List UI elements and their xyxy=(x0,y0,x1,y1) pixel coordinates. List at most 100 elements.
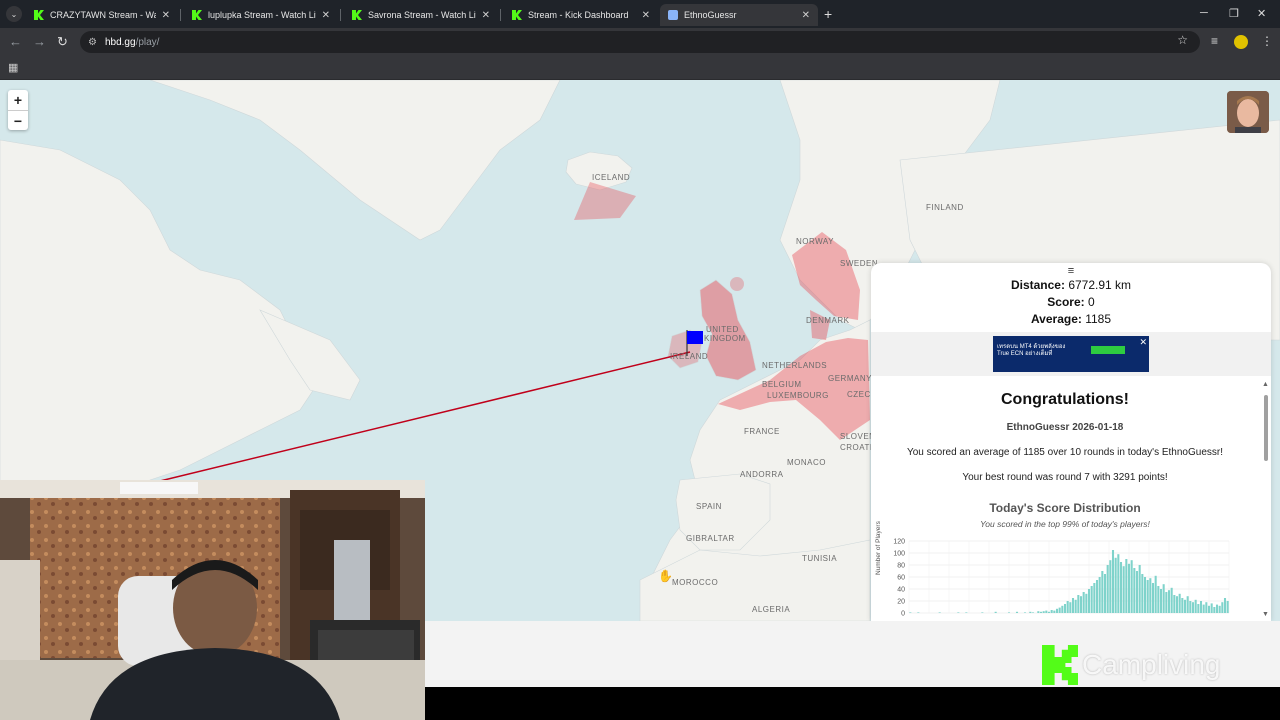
close-tab-icon[interactable]: ✕ xyxy=(322,10,330,21)
url-path: /play/ xyxy=(135,36,160,48)
bookmarks-bar: ▦ xyxy=(0,56,1280,80)
scroll-thumb[interactable] xyxy=(1264,395,1268,461)
reading-list-icon[interactable]: ≡ xyxy=(1211,34,1218,48)
player-portrait[interactable] xyxy=(1227,91,1269,133)
guess-flag[interactable] xyxy=(687,331,703,344)
panel-menu-icon[interactable]: ≡ xyxy=(871,265,1271,277)
average-row: Average: 1185 xyxy=(871,311,1271,328)
close-window-icon[interactable]: ✕ xyxy=(1257,7,1266,20)
restore-icon[interactable]: ❐ xyxy=(1229,7,1239,20)
close-tab-icon[interactable]: ✕ xyxy=(802,10,810,21)
histogram-bar xyxy=(1117,554,1120,613)
histogram-bar xyxy=(1162,584,1165,613)
close-tab-icon[interactable]: ✕ xyxy=(642,10,650,21)
histogram-bar xyxy=(1071,598,1075,613)
histogram-bar xyxy=(1215,604,1219,613)
histogram-bar xyxy=(1154,575,1157,613)
histogram-bar xyxy=(1181,598,1184,613)
histogram-bar xyxy=(1146,580,1149,613)
tab-search-icon[interactable]: ⌄ xyxy=(6,6,22,22)
close-tab-icon[interactable]: ✕ xyxy=(162,10,170,21)
ad-banner[interactable]: เทรดบน MT4 ด้วยพลังของ True ECN อย่างเต็… xyxy=(993,336,1149,372)
minimize-icon[interactable]: ─ xyxy=(1200,7,1208,19)
label-spain: SPAIN xyxy=(696,502,722,511)
histogram-bar xyxy=(1125,559,1128,613)
histogram-bar xyxy=(1175,596,1179,613)
zoom-control: + − xyxy=(8,90,28,130)
stream-black-bar xyxy=(425,687,1280,720)
tab-separator xyxy=(500,9,501,21)
reload-icon[interactable]: ↻ xyxy=(57,34,68,50)
distribution-subtitle: You scored in the top 99% of today's pla… xyxy=(980,519,1150,529)
panel-scrollbar[interactable]: ▲ ▼ xyxy=(1261,381,1271,621)
histogram-bar xyxy=(1205,602,1208,613)
histogram-bar xyxy=(917,612,920,613)
histogram-bar xyxy=(1167,590,1171,613)
scroll-up-icon[interactable]: ▲ xyxy=(1262,381,1269,388)
tab-kick-dashboard[interactable]: Stream - Kick Dashboard ✕ xyxy=(504,4,658,26)
tab-label: CRAZYTAWN Stream - Watch Li xyxy=(50,10,156,20)
new-tab-icon[interactable]: + xyxy=(824,6,832,22)
tab-luplupka[interactable]: luplupka Stream - Watch Live o ✕ xyxy=(184,4,338,26)
back-icon[interactable]: ← xyxy=(9,34,22,49)
apps-grid-icon[interactable]: ▦ xyxy=(8,61,18,74)
streamer-name: Campliving xyxy=(1082,649,1221,680)
histogram-bar xyxy=(1223,598,1227,613)
tab-savrona[interactable]: Savrona Stream - Watch Live o ✕ xyxy=(344,4,498,26)
histogram-bar xyxy=(1111,550,1115,613)
ad-banner-container: เทรดบน MT4 ด้วยพลังของ True ECN อย่างเต็… xyxy=(871,332,1271,376)
label-morocco: MOROCCO xyxy=(672,578,719,587)
histogram-bar xyxy=(1183,599,1187,613)
best-round-text: Your best round was round 7 with 3291 po… xyxy=(962,472,1168,483)
close-tab-icon[interactable]: ✕ xyxy=(482,10,490,21)
average-value: 1185 xyxy=(1085,312,1112,326)
histogram-bar xyxy=(1210,603,1213,613)
histogram-bar xyxy=(1143,577,1147,613)
site-info-icon[interactable]: ⚙ xyxy=(88,37,97,48)
histogram-bar xyxy=(1122,566,1125,613)
histogram-bar xyxy=(1037,611,1040,613)
histogram-bar xyxy=(1039,611,1043,613)
browser-menu-icon[interactable]: ⋮ xyxy=(1261,34,1273,48)
distance-row: Distance: 6772.91 km xyxy=(871,277,1271,294)
screen: { "browser": { "tabs": [ {"label": "CRAZ… xyxy=(0,0,1280,720)
histogram-bar xyxy=(1058,607,1061,613)
hand-cursor-icon: ✋ xyxy=(658,569,673,583)
histogram-bar xyxy=(1095,580,1099,613)
histogram-bar xyxy=(965,612,968,613)
kick-favicon-icon xyxy=(34,10,44,20)
profile-avatar-icon[interactable] xyxy=(1234,35,1248,49)
histogram-bar xyxy=(1135,571,1139,613)
distance-label: Distance: xyxy=(1010,278,1065,292)
score-value: 0 xyxy=(1088,295,1095,309)
bookmark-star-icon[interactable]: ☆ xyxy=(1177,33,1188,47)
histogram-bar xyxy=(1186,596,1189,613)
address-bar[interactable]: ⚙ hbd.gg /play/ ☆ xyxy=(80,31,1200,53)
label-iceland: ICELAND xyxy=(592,173,631,182)
histogram-bar xyxy=(957,612,960,613)
histogram-bar xyxy=(1159,589,1163,613)
tab-crazytawn[interactable]: CRAZYTAWN Stream - Watch Li ✕ xyxy=(26,4,178,26)
tab-ethnoguessr[interactable]: EthnoGuessr ✕ xyxy=(660,4,818,26)
face-photo-icon xyxy=(1227,91,1269,133)
forward-icon[interactable]: → xyxy=(33,34,46,49)
histogram-bar xyxy=(1029,611,1032,613)
faroe-highlight xyxy=(730,277,744,291)
ad-cta-button[interactable] xyxy=(1091,346,1125,354)
histogram-bar xyxy=(1202,604,1205,613)
y-tick-label: 60 xyxy=(897,575,905,582)
zoom-in-button[interactable]: + xyxy=(8,90,28,110)
score-row: Score: 0 xyxy=(871,294,1271,311)
histogram-bar xyxy=(1189,601,1192,613)
ad-close-icon[interactable]: ✕ xyxy=(1139,337,1147,348)
histogram-bar xyxy=(909,612,912,613)
score-distribution-chart: Number of Players 0 20 40 60 80 100 120 xyxy=(875,521,1239,621)
histogram-bar xyxy=(1149,578,1152,613)
zoom-out-button[interactable]: − xyxy=(8,110,28,130)
distribution-title: Today's Score Distribution xyxy=(989,501,1141,515)
y-tick-label: 100 xyxy=(893,551,905,558)
scroll-down-icon[interactable]: ▼ xyxy=(1262,611,1269,618)
label-andorra: ANDORRA xyxy=(740,470,784,479)
webcam-overlay xyxy=(0,480,425,720)
browser-tabbar: ⌄ CRAZYTAWN Stream - Watch Li ✕ luplupka… xyxy=(0,0,1280,28)
